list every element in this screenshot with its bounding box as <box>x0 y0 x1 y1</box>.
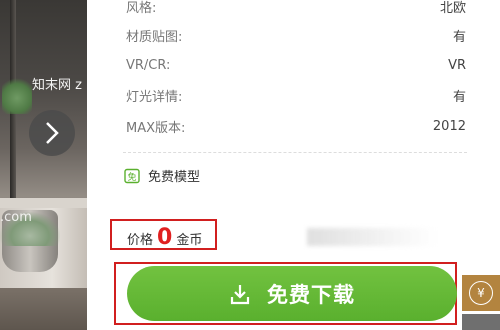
detail-label: MAX版本: <box>126 120 186 136</box>
detail-label: VR/CR: <box>126 57 171 73</box>
next-image-button[interactable] <box>29 110 75 156</box>
chevron-right-icon <box>46 122 59 144</box>
side-toolbar-item[interactable] <box>462 314 500 330</box>
detail-label: 灯光详情: <box>126 89 183 105</box>
cabinet-top <box>0 198 87 208</box>
free-download-button[interactable]: 免费下载 <box>127 266 457 321</box>
model-preview-image: 知末网 z .com <box>0 0 87 330</box>
price-label: 价格 <box>127 233 154 248</box>
svg-text:免: 免 <box>127 171 136 183</box>
detail-row-renderer: VR/CR: VR <box>126 55 466 75</box>
detail-value: 2012 <box>432 118 466 134</box>
coin-icon: ¥ <box>469 281 493 305</box>
detail-label: 风格: <box>126 0 157 16</box>
detail-value: 北欧 <box>439 0 466 16</box>
detail-row-max-version: MAX版本: 2012 <box>126 116 466 136</box>
coin-symbol: ¥ <box>477 286 485 300</box>
detail-row-lighting: 灯光详情: 有 <box>126 85 466 105</box>
free-model-badge: 免 免费模型 <box>124 166 200 185</box>
plant-decoration <box>2 74 32 114</box>
detail-value: VR <box>448 57 466 73</box>
detail-row-texture: 材质贴图: 有 <box>126 25 466 45</box>
detail-value: 有 <box>452 29 466 45</box>
side-coin-button[interactable]: ¥ <box>462 275 500 311</box>
blurred-content <box>307 228 437 246</box>
model-info-panel: 风格: 北欧 材质贴图: 有 VR/CR: VR 灯光详情: 有 MAX版本: … <box>87 0 500 330</box>
detail-row-style: 风格: 北欧 <box>126 0 466 16</box>
free-model-label: 免费模型 <box>148 170 201 185</box>
image-watermark-domain: .com <box>0 210 32 225</box>
detail-label: 材质贴图: <box>126 29 183 45</box>
section-divider <box>123 152 467 153</box>
download-icon <box>230 284 250 304</box>
download-button-label: 免费下载 <box>267 282 355 307</box>
floor <box>0 288 87 330</box>
price-display: 价格 0 金币 <box>127 225 202 250</box>
price-unit: 金币 <box>176 233 203 248</box>
price-amount: 0 <box>157 225 173 250</box>
image-watermark: 知末网 z <box>32 78 82 93</box>
detail-value: 有 <box>452 89 466 105</box>
free-tag-icon: 免 <box>124 168 140 183</box>
